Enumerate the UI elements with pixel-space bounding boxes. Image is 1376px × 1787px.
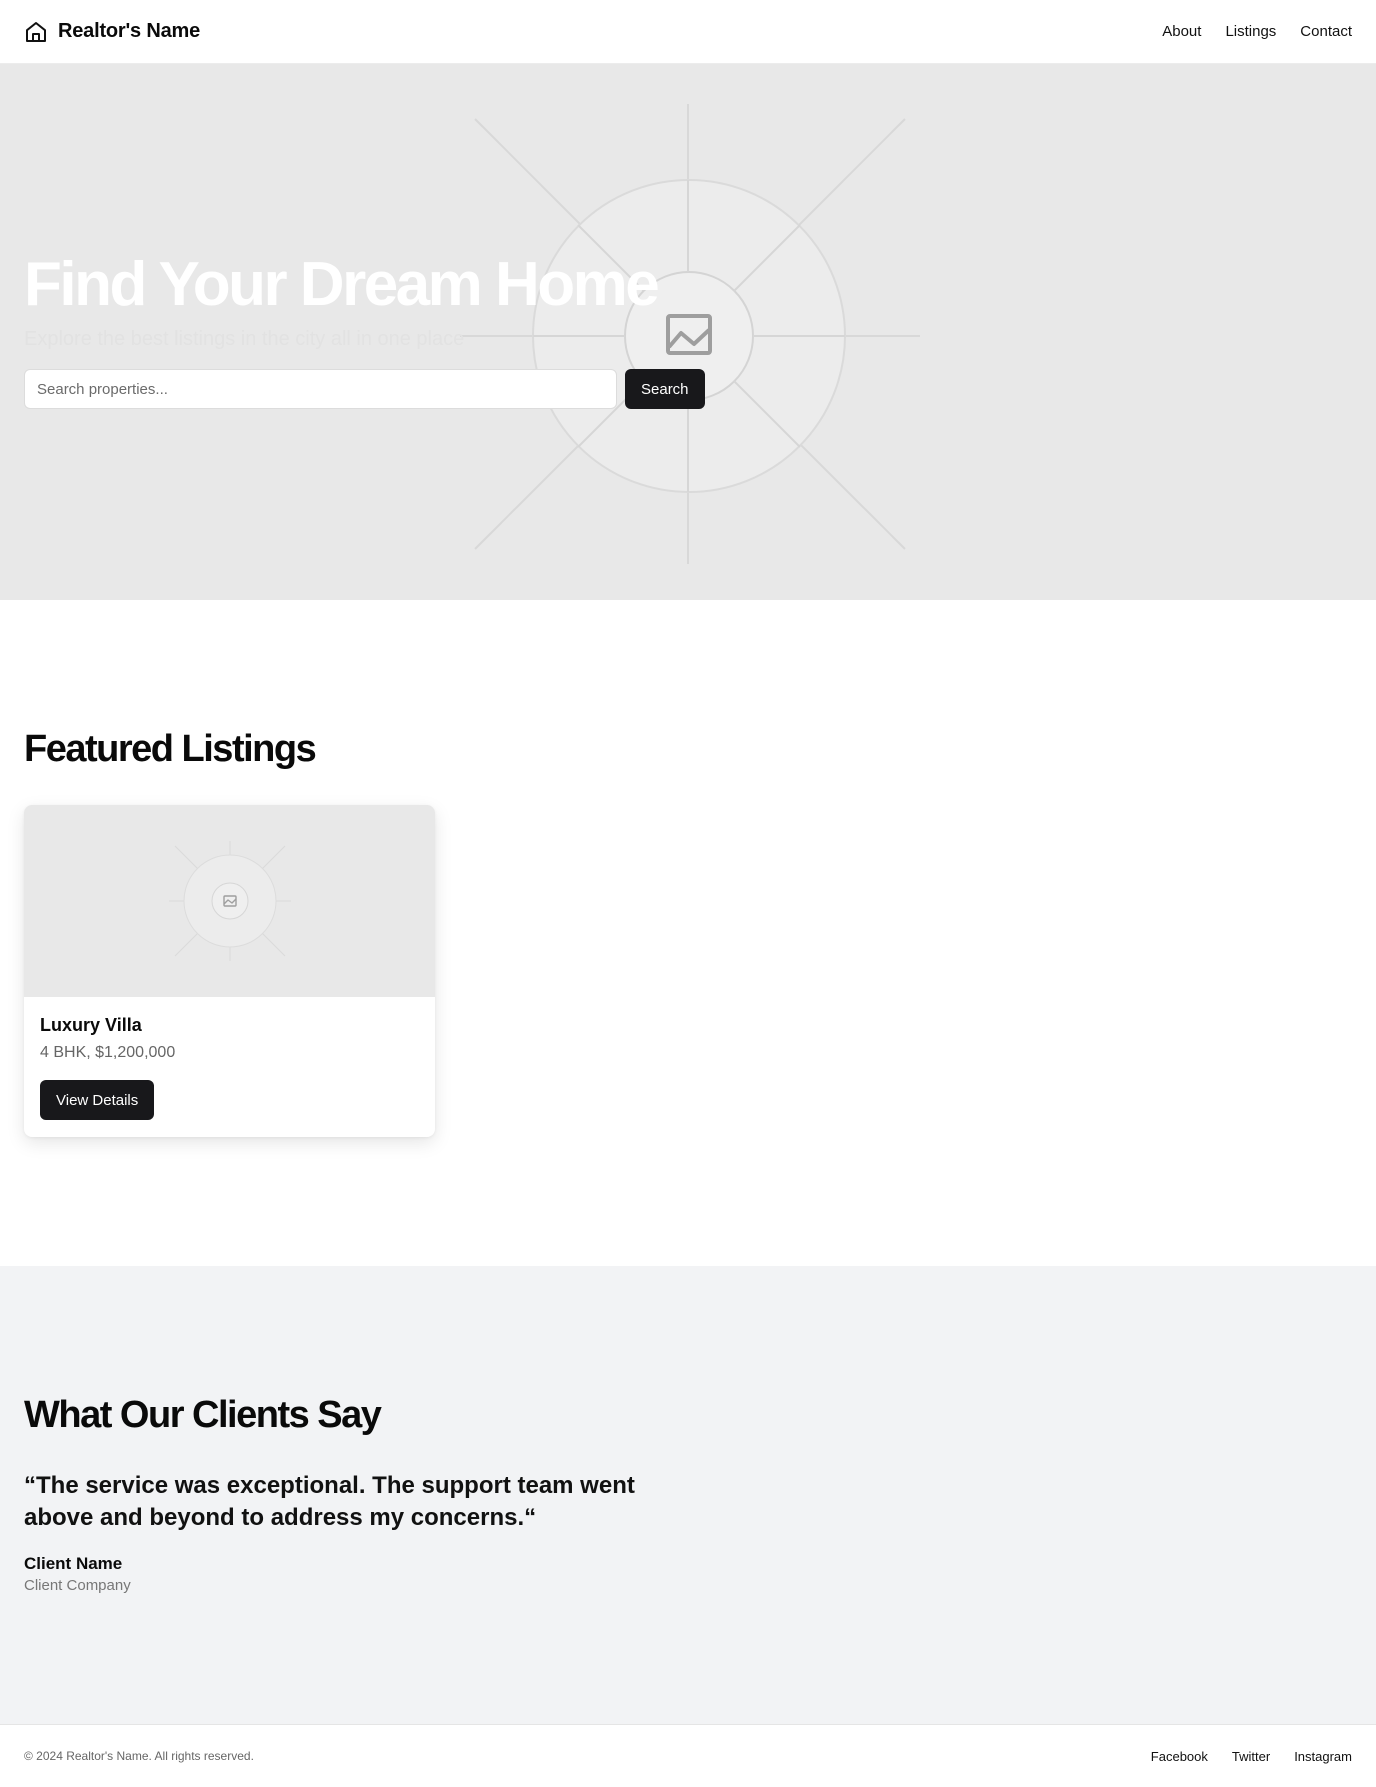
- site-header: Realtor's Name About Listings Contact: [0, 0, 1376, 64]
- instagram-link[interactable]: Instagram: [1294, 1749, 1352, 1764]
- hero-section: Find Your Dream Home Explore the best li…: [0, 64, 1376, 600]
- listing-title: Luxury Villa: [40, 1015, 142, 1035]
- featured-listings-title: Featured Listings: [24, 728, 317, 770]
- nav-link-about[interactable]: About: [1162, 23, 1201, 40]
- listing-meta: 4 BHK, $1,200,000: [40, 1044, 176, 1061]
- view-details-button[interactable]: View Details: [40, 1080, 155, 1120]
- hero-title: Find Your Dream Home: [24, 250, 660, 319]
- nav-link-listings[interactable]: Listings: [1225, 23, 1276, 40]
- home-icon: [26, 21, 46, 42]
- brand-name: Realtor's Name: [58, 20, 201, 42]
- listing-card: Luxury Villa 4 BHK, $1,200,000 View Deta…: [24, 805, 435, 1137]
- search-input[interactable]: [24, 369, 617, 409]
- twitter-link[interactable]: Twitter: [1232, 1749, 1270, 1764]
- copyright-text: © 2024 Realtor's Name. All rights reserv…: [24, 1749, 254, 1763]
- brand-link[interactable]: Realtor's Name: [24, 20, 200, 44]
- nav-link-contact[interactable]: Contact: [1300, 23, 1352, 40]
- main-nav: About Listings Contact: [1162, 23, 1352, 40]
- listing-card-body: Luxury Villa 4 BHK, $1,200,000 View Deta…: [24, 997, 435, 1136]
- property-search-form: Search: [24, 369, 924, 409]
- featured-listings-section: Featured Listings Luxury Villa 4 BHK, $1…: [0, 600, 1376, 1266]
- testimonials-section: What Our Clients Say “The service was ex…: [0, 1266, 1376, 1724]
- facebook-link[interactable]: Facebook: [1151, 1749, 1208, 1764]
- search-button[interactable]: Search: [625, 369, 705, 409]
- hero-content: Find Your Dream Home Explore the best li…: [24, 254, 924, 409]
- hero-subtitle: Explore the best listings in the city al…: [24, 328, 465, 350]
- social-links: Facebook Twitter Instagram: [1151, 1749, 1352, 1764]
- image-placeholder-icon: [169, 841, 291, 961]
- client-name: Client Name: [24, 1554, 123, 1573]
- client-company: Client Company: [24, 1577, 131, 1594]
- listing-image: [24, 805, 435, 997]
- testimonial-quote: “The service was exceptional. The suppor…: [24, 1472, 635, 1531]
- testimonials-title: What Our Clients Say: [24, 1394, 382, 1436]
- site-footer: © 2024 Realtor's Name. All rights reserv…: [0, 1724, 1376, 1787]
